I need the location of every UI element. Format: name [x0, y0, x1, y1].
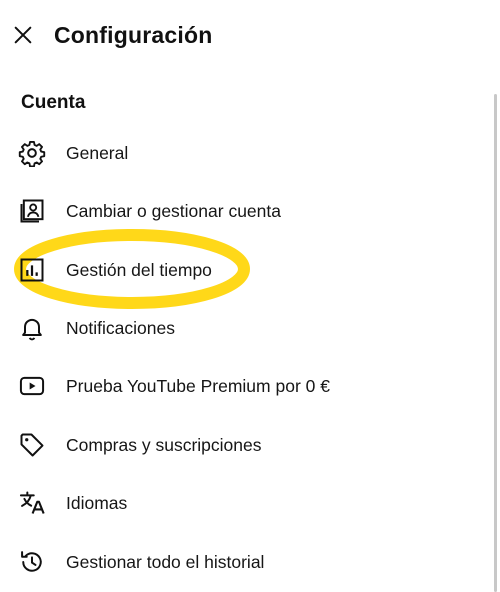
settings-item-purchases[interactable]: Compras y suscripciones [0, 420, 490, 470]
settings-item-label: General [66, 142, 129, 163]
settings-item-label: Gestionar todo el historial [66, 551, 265, 572]
account-box-icon [18, 197, 46, 225]
settings-screen: Configuración Cuenta General Cambiar o g… [0, 0, 500, 592]
section-title-account: Cuenta [21, 92, 86, 113]
settings-item-languages[interactable]: Idiomas [0, 478, 490, 528]
history-icon [18, 548, 46, 576]
page-title: Configuración [54, 22, 213, 48]
settings-item-label: Cambiar o gestionar cuenta [66, 200, 281, 221]
settings-item-label: Idiomas [66, 492, 128, 513]
settings-item-switch-account[interactable]: Cambiar o gestionar cuenta [0, 186, 490, 236]
scrollbar[interactable] [494, 94, 497, 592]
gear-icon [18, 139, 46, 167]
settings-item-notifications[interactable]: Notificaciones [0, 303, 490, 353]
play-box-icon [18, 372, 46, 400]
settings-item-general[interactable]: General [0, 128, 490, 178]
close-button[interactable] [10, 22, 36, 48]
settings-item-label: Notificaciones [66, 317, 175, 338]
settings-item-label: Gestión del tiempo [66, 259, 212, 280]
tag-icon [18, 431, 46, 459]
header: Configuración [0, 0, 500, 72]
settings-item-label: Prueba YouTube Premium por 0 € [66, 375, 330, 396]
settings-item-premium-trial[interactable]: Prueba YouTube Premium por 0 € [0, 361, 490, 411]
settings-item-time-management[interactable]: Gestión del tiempo [0, 245, 490, 295]
settings-item-history[interactable]: Gestionar todo el historial [0, 537, 490, 587]
bell-icon [18, 314, 46, 342]
translate-icon [18, 489, 46, 517]
close-icon [14, 26, 32, 44]
bar-chart-icon [18, 256, 46, 284]
settings-item-label: Compras y suscripciones [66, 434, 262, 455]
